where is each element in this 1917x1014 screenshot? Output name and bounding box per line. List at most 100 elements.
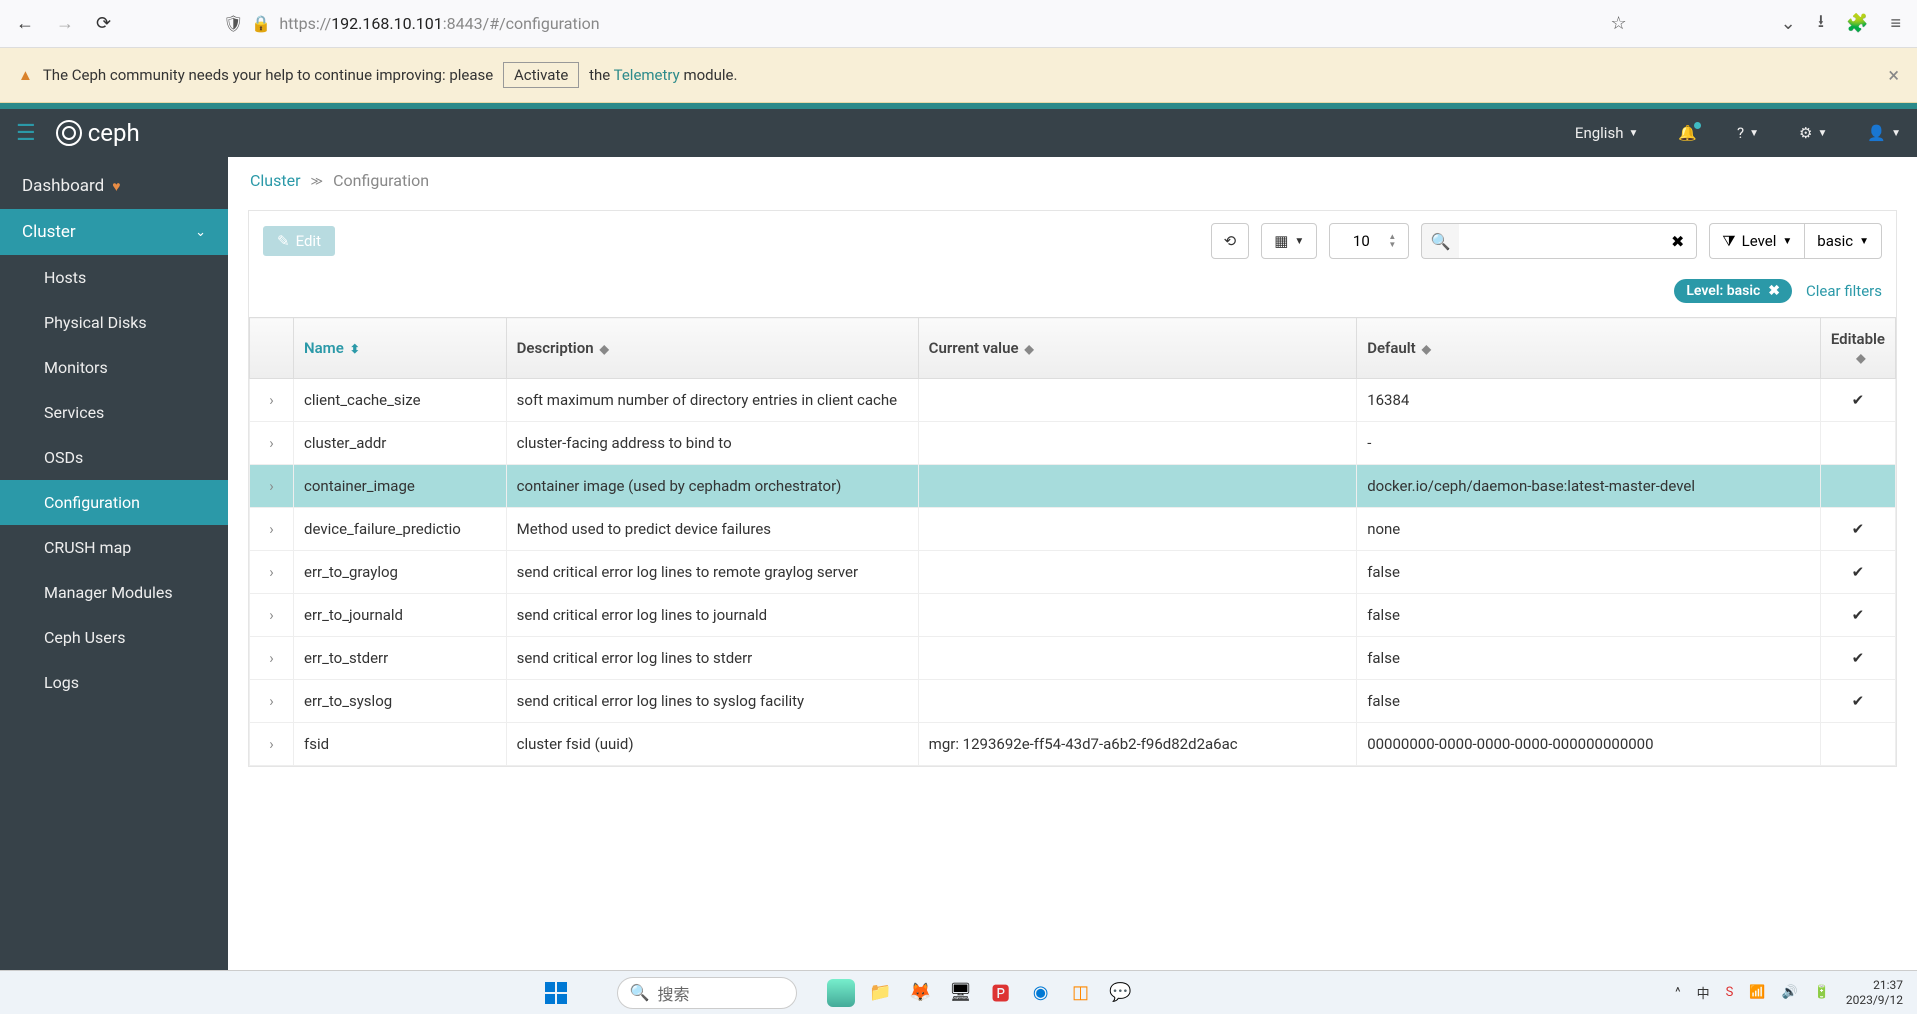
sidebar-item-monitors[interactable]: Monitors (0, 345, 228, 390)
wechat-icon[interactable]: 💬 (1107, 979, 1135, 1007)
expand-row-icon[interactable]: › (250, 551, 294, 594)
widgets-icon[interactable] (827, 979, 855, 1007)
table-row[interactable]: ›device_failure_predictioMethod used to … (250, 508, 1896, 551)
clear-search-button[interactable]: ✖ (1659, 223, 1697, 259)
sidebar-item-crush-map[interactable]: CRUSH map (0, 525, 228, 570)
sidebar-item-manager-modules[interactable]: Manager Modules (0, 570, 228, 615)
shield-icon[interactable]: 🛡 (223, 14, 243, 33)
help-icon[interactable]: ?▼ (1737, 124, 1759, 142)
language-selector[interactable]: English▼ (1575, 124, 1638, 142)
cell-current (918, 465, 1357, 508)
columns-button[interactable]: ▦▼ (1261, 223, 1317, 259)
expand-row-icon[interactable]: › (250, 465, 294, 508)
activate-button[interactable]: Activate (503, 62, 579, 88)
sogou-icon[interactable]: S (1726, 985, 1734, 1000)
clear-filters-link[interactable]: Clear filters (1806, 282, 1882, 300)
cell-name: client_cache_size (294, 379, 507, 422)
table-row[interactable]: ›err_to_journaldsend critical error log … (250, 594, 1896, 637)
notifications-icon[interactable]: 🔔 (1678, 124, 1697, 142)
hamburger-icon[interactable]: ☰ (16, 121, 36, 146)
cell-default: false (1357, 551, 1821, 594)
sort-asc-icon: ⬍ (350, 342, 360, 356)
lock-icon[interactable]: 🔒 (251, 14, 271, 33)
page-size-field[interactable] (1342, 232, 1380, 250)
table-row[interactable]: ›cluster_addrcluster-facing address to b… (250, 422, 1896, 465)
firefox-icon[interactable]: 🦊 (907, 979, 935, 1007)
table-row[interactable]: ›client_cache_sizesoft maximum number of… (250, 379, 1896, 422)
pocket-icon[interactable]: ⌄ (1781, 13, 1796, 34)
sidebar-item-ceph-users[interactable]: Ceph Users (0, 615, 228, 660)
browser-nav: ← → ⟳ (16, 13, 111, 34)
cell-description: send critical error log lines to stderr (506, 637, 918, 680)
page-size-input[interactable]: ▲▼ (1329, 223, 1409, 259)
level-value-button[interactable]: basic ▼ (1804, 223, 1882, 259)
user-icon[interactable]: 👤▼ (1867, 124, 1901, 142)
close-icon[interactable]: × (1888, 63, 1899, 87)
table-icon: ▦ (1274, 232, 1288, 250)
ceph-logo-icon (56, 120, 82, 146)
ime-indicator[interactable]: 中 (1697, 983, 1710, 1002)
start-button[interactable] (545, 982, 567, 1004)
col-default[interactable]: Default◆ (1357, 318, 1821, 379)
cell-description: cluster fsid (uuid) (506, 723, 918, 766)
gear-icon[interactable]: ⚙▼ (1799, 124, 1827, 142)
brand-logo[interactable]: ceph (56, 119, 140, 147)
telemetry-link[interactable]: Telemetry (614, 66, 680, 84)
menu-icon[interactable]: ≡ (1890, 13, 1901, 34)
sidebar-item-logs[interactable]: Logs (0, 660, 228, 705)
search-icon: 🔍 (630, 983, 650, 1002)
sidebar-item-osds[interactable]: OSDs (0, 435, 228, 480)
sidebar-item-physical-disks[interactable]: Physical Disks (0, 300, 228, 345)
table-row[interactable]: ›err_to_graylogsend critical error log l… (250, 551, 1896, 594)
vmware-icon[interactable]: ◫ (1067, 979, 1095, 1007)
table-row[interactable]: ›fsidcluster fsid (uuid)mgr: 1293692e-ff… (250, 723, 1896, 766)
remove-filter-icon[interactable]: ✖ (1768, 283, 1780, 299)
sidebar-item-services[interactable]: Services (0, 390, 228, 435)
refresh-button[interactable]: ⟲ (1211, 223, 1250, 259)
cell-default: 16384 (1357, 379, 1821, 422)
pdf-icon[interactable]: 🅿 (987, 979, 1015, 1007)
col-editable[interactable]: Editable◆ (1820, 318, 1895, 379)
expand-row-icon[interactable]: › (250, 422, 294, 465)
tray-chevron-icon[interactable]: ^ (1675, 985, 1680, 1000)
edge-icon[interactable]: ◉ (1027, 979, 1055, 1007)
url-bar[interactable]: 🛡 🔒 https://192.168.10.101:8443/#/config… (123, 14, 1598, 33)
cell-editable (1820, 723, 1895, 766)
table-row[interactable]: ›err_to_stderrsend critical error log li… (250, 637, 1896, 680)
sidebar-item-cluster[interactable]: Cluster ⌄ (0, 209, 228, 255)
sidebar-item-dashboard[interactable]: Dashboard♥ (0, 163, 228, 209)
col-current[interactable]: Current value◆ (918, 318, 1357, 379)
star-icon[interactable]: ☆ (1611, 13, 1627, 34)
table-row[interactable]: ›err_to_syslogsend critical error log li… (250, 680, 1896, 723)
col-description[interactable]: Description◆ (506, 318, 918, 379)
volume-icon[interactable]: 🔊 (1782, 985, 1798, 1000)
spinner-icon[interactable]: ▲▼ (1388, 233, 1396, 249)
expand-row-icon[interactable]: › (250, 723, 294, 766)
extensions-icon[interactable]: 🧩 (1846, 13, 1868, 34)
sidebar-item-hosts[interactable]: Hosts (0, 255, 228, 300)
expand-row-icon[interactable]: › (250, 379, 294, 422)
breadcrumb-cluster[interactable]: Cluster (250, 171, 301, 190)
wifi-icon[interactable]: 📶 (1749, 985, 1765, 1000)
cell-default: 00000000-0000-0000-0000-000000000000 (1357, 723, 1821, 766)
app-icon-1[interactable]: 🖥 (947, 979, 975, 1007)
expand-row-icon[interactable]: › (250, 680, 294, 723)
downloads-icon[interactable]: ⭳ (1818, 9, 1824, 39)
expand-row-icon[interactable]: › (250, 637, 294, 680)
search-input[interactable] (1459, 223, 1659, 259)
back-icon[interactable]: ← (16, 13, 34, 34)
reload-icon[interactable]: ⟳ (96, 13, 111, 34)
expand-row-icon[interactable]: › (250, 508, 294, 551)
explorer-icon[interactable]: 📁 (867, 979, 895, 1007)
search-box: 🔍 ✖ (1421, 223, 1697, 259)
sidebar-item-configuration[interactable]: Configuration (0, 480, 228, 525)
cell-description: Method used to predict device failures (506, 508, 918, 551)
cell-editable: ✔ (1820, 508, 1895, 551)
taskbar-search[interactable]: 🔍 搜索 (617, 977, 797, 1009)
col-name[interactable]: Name⬍ (294, 318, 507, 379)
expand-row-icon[interactable]: › (250, 594, 294, 637)
battery-icon[interactable]: 🔋 (1814, 985, 1830, 1000)
table-row[interactable]: ›container_imagecontainer image (used by… (250, 465, 1896, 508)
level-label-button[interactable]: ⧩ Level ▼ (1709, 223, 1804, 259)
clock[interactable]: 21:37 2023/9/12 (1846, 978, 1903, 1007)
